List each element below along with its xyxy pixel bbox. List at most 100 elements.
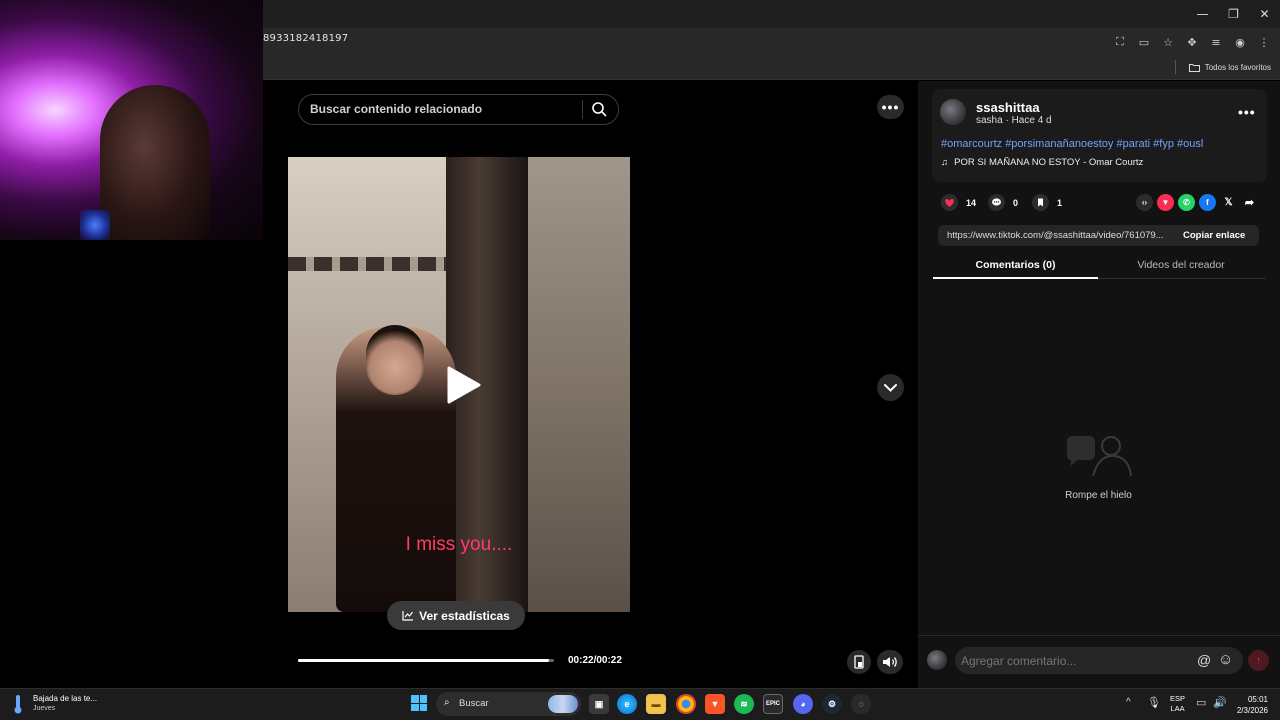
webcam-person: [100, 85, 210, 240]
tray-chevron-up-icon[interactable]: ^: [1126, 697, 1131, 708]
copy-link-button[interactable]: Copiar enlace: [1183, 230, 1245, 241]
facebook-icon[interactable]: f: [1199, 194, 1216, 211]
video-person-head: [366, 325, 424, 395]
my-avatar: [927, 650, 947, 670]
like-button[interactable]: 14: [941, 194, 976, 211]
save-button[interactable]: 1: [1032, 194, 1062, 211]
bookmarks-separator: [1175, 60, 1176, 74]
chrome-icon[interactable]: [676, 694, 696, 714]
browser-toolbar: ⛶ ▭ ☆ ✥ ≡ ◉ ⋮: [1112, 30, 1272, 54]
comment-icon: [988, 194, 1005, 211]
microphone-icon[interactable]: 🎙: [1147, 696, 1161, 709]
emoji-icon[interactable]: ☺: [1218, 651, 1233, 668]
music-title: POR SI MAÑANA NO ESTOY - Omar Courtz: [954, 157, 1144, 168]
webcam-overlay: [0, 0, 263, 240]
steam-icon[interactable]: ⚙: [822, 694, 842, 714]
brave-icon[interactable]: ▼: [705, 694, 725, 714]
bookmark-star-icon[interactable]: ☆: [1160, 30, 1176, 54]
windows-taskbar: [0, 688, 1280, 720]
all-bookmarks-label: Todos los favoritos: [1204, 62, 1271, 72]
share-icon[interactable]: ➦: [1241, 194, 1258, 211]
send-comment-button[interactable]: ↑: [1248, 650, 1269, 671]
system-clock[interactable]: 05:01 2/3/2026: [1234, 694, 1268, 716]
volume-icon: [883, 657, 897, 667]
mention-icon[interactable]: @: [1197, 652, 1211, 668]
discord-icon[interactable]: ◕: [793, 694, 813, 714]
language-indicator[interactable]: ESP LAA: [1170, 694, 1185, 714]
pip-button[interactable]: [847, 650, 871, 674]
speaker-icon[interactable]: 🔊: [1213, 696, 1227, 709]
creator-username[interactable]: ssashittaa: [976, 100, 1040, 115]
more-options-button[interactable]: •••: [877, 95, 904, 119]
x-icon[interactable]: 𝕏: [1220, 194, 1237, 211]
next-video-button[interactable]: [877, 374, 904, 401]
like-count: 14: [966, 197, 977, 208]
weather-title[interactable]: Bajada de las te...: [33, 694, 97, 703]
profile-icon[interactable]: ◉: [1232, 30, 1248, 54]
tab-creator-videos[interactable]: Videos del creador: [1098, 259, 1264, 271]
edge-icon[interactable]: e: [617, 694, 637, 714]
network-icon[interactable]: ▭: [1196, 696, 1206, 709]
thermometer-icon[interactable]: [12, 694, 24, 714]
taskbar-search-icon: ⌕: [444, 697, 450, 708]
tab-comments[interactable]: Comentarios (0): [933, 259, 1098, 271]
music-note-icon: ♫: [941, 157, 949, 168]
window-controls: — ❐ ✕: [1187, 0, 1280, 28]
search-divider: [582, 100, 583, 119]
progress-fill: [298, 659, 549, 662]
menu-icon[interactable]: ⋮: [1256, 30, 1272, 54]
whatsapp-icon[interactable]: ✆: [1178, 194, 1195, 211]
chevron-down-icon: [884, 384, 897, 392]
embed-icon[interactable]: ‹›: [1136, 194, 1153, 211]
creator-avatar[interactable]: [940, 99, 966, 125]
media-icon[interactable]: ≡: [1208, 30, 1224, 54]
video-tile-border: [288, 257, 448, 271]
empty-comments-icon: [1067, 436, 1132, 477]
post-music[interactable]: ♫ POR SI MAÑANA NO ESTOY - Omar Courtz: [941, 157, 1143, 168]
webcam-blue-light: [80, 210, 110, 240]
epic-games-icon[interactable]: EPIC: [763, 694, 783, 714]
all-bookmarks-button[interactable]: Todos los favoritos: [1188, 58, 1271, 76]
translate-icon[interactable]: ⛶: [1112, 30, 1128, 54]
search-icon[interactable]: [591, 101, 607, 117]
play-icon[interactable]: [441, 364, 483, 406]
search-placeholder: Buscar contenido relacionado: [310, 102, 483, 116]
task-view-icon[interactable]: ▣: [589, 694, 609, 714]
search-highlight-art: [548, 695, 578, 713]
cast-icon[interactable]: ▭: [1136, 30, 1152, 54]
view-stats-label: Ver estadísticas: [419, 608, 510, 623]
close-icon[interactable]: ✕: [1249, 0, 1280, 28]
clock-time: 05:01: [1247, 695, 1268, 704]
app-icon[interactable]: ◌: [851, 694, 871, 714]
taskbar-search-label: Buscar: [459, 698, 489, 709]
folder-icon: [1188, 63, 1200, 72]
active-tab-underline: [933, 277, 1098, 279]
post-hashtags[interactable]: #omarcourtz #porsimanañanoestoy #parati …: [941, 138, 1203, 150]
language-line1: ESP: [1170, 694, 1186, 703]
post-more-button[interactable]: •••: [1238, 104, 1256, 120]
creator-subtitle: sasha · Hace 4 d: [976, 115, 1052, 126]
url-text[interactable]: 8933182418197: [263, 33, 348, 44]
extensions-icon[interactable]: ✥: [1184, 30, 1200, 54]
send-to-friends-icon[interactable]: ▼: [1157, 194, 1174, 211]
maximize-icon[interactable]: ❐: [1218, 0, 1249, 28]
pip-icon: [854, 655, 864, 669]
video-caption: I miss you....: [405, 534, 513, 555]
file-explorer-icon[interactable]: ▬: [646, 694, 666, 714]
bookmark-icon: [1032, 194, 1049, 211]
post-link-text[interactable]: https://www.tiktok.com/@ssashittaa/video…: [947, 230, 1174, 241]
heart-icon: [941, 194, 958, 211]
share-buttons: ‹› ▼ ✆ f 𝕏 ➦: [1136, 194, 1258, 211]
clock-date: 2/3/2026: [1236, 706, 1268, 715]
comment-count-button[interactable]: 0: [988, 194, 1018, 211]
comment-count: 0: [1013, 197, 1019, 208]
minimize-icon[interactable]: —: [1187, 0, 1218, 28]
volume-button[interactable]: [877, 650, 903, 674]
weather-subtitle: Jueves: [33, 705, 56, 712]
save-count: 1: [1057, 197, 1063, 208]
language-line2: LAA: [1170, 704, 1185, 713]
spotify-icon[interactable]: ≋: [734, 694, 754, 714]
chart-icon: [402, 611, 414, 621]
view-stats-button[interactable]: Ver estadísticas: [387, 601, 525, 630]
windows-start-button[interactable]: [411, 695, 427, 711]
